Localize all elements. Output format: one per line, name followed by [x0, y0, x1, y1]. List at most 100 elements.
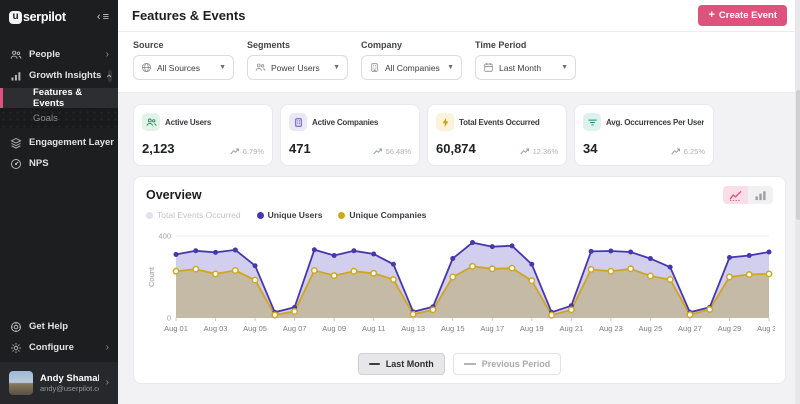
bar-chart-icon — [754, 190, 767, 201]
chart-legend: Total Events Occurred Unique Users Uniqu… — [146, 210, 773, 220]
chevron-left-icon: ‹ — [97, 11, 101, 23]
gauge-icon — [9, 157, 22, 170]
chevron-right-icon: › — [106, 343, 109, 353]
time-period-select[interactable]: Last Month ▼ — [475, 55, 576, 80]
svg-text:Aug 05: Aug 05 — [243, 324, 267, 333]
sidebar-item-people[interactable]: People › — [0, 44, 118, 65]
previous-period-label: Previous Period — [482, 359, 551, 369]
plus-icon: + — [708, 10, 714, 21]
chart-type-toggle — [723, 186, 773, 204]
stat-value: 60,874 — [436, 141, 476, 156]
filter-value: All Sources — [157, 63, 214, 73]
line-chart-toggle-button[interactable] — [723, 186, 748, 204]
filter-segments: Segments Power Users ▼ — [247, 40, 348, 80]
stat-value: 2,123 — [142, 141, 175, 156]
filter-value: Last Month — [499, 63, 556, 73]
chevron-right-icon: › — [106, 50, 109, 60]
svg-text:400: 400 — [158, 232, 171, 241]
users-icon — [142, 113, 160, 131]
segments-select[interactable]: Power Users ▼ — [247, 55, 348, 80]
stat-trend: 6.25% — [671, 147, 705, 156]
stat-trend: 56.48% — [373, 147, 411, 156]
user-profile[interactable]: Andy Shamah andy@userpilot.co › — [0, 362, 118, 404]
scrollbar-thumb[interactable] — [796, 90, 800, 220]
period-buttons: Last Month Previous Period — [146, 353, 773, 375]
logo-text: serpilot — [23, 10, 66, 24]
legend-unique-users[interactable]: Unique Users — [257, 210, 323, 220]
create-event-button[interactable]: + Create Event — [698, 5, 787, 26]
filter-label: Segments — [247, 40, 348, 50]
main-content: Features & Events + Create Event Source … — [118, 0, 800, 404]
filter-source: Source All Sources ▼ — [133, 40, 234, 80]
stat-card-total-events: Total Events Occurred 60,874 12.36% — [427, 104, 567, 166]
legend-dot — [146, 212, 153, 219]
sidebar-item-engagement-layer[interactable]: Engagement Layer › — [0, 132, 118, 153]
sidebar-item-label: People — [29, 49, 99, 60]
legend-total-events[interactable]: Total Events Occurred — [146, 210, 241, 220]
user-email: andy@userpilot.co — [40, 384, 99, 393]
trending-up-icon — [520, 147, 530, 156]
stat-title: Avg. Occurrences Per User — [606, 118, 704, 127]
sidebar-item-configure[interactable]: Configure › — [0, 337, 118, 358]
svg-text:Aug 13: Aug 13 — [401, 324, 425, 333]
create-event-label: Create Event — [719, 10, 777, 21]
line-chart-icon — [729, 190, 742, 201]
sidebar-item-label: Features & Events — [33, 87, 109, 109]
company-select[interactable]: All Companies ▼ — [361, 55, 462, 80]
filter-bar: Source All Sources ▼ Segments Power User… — [118, 32, 800, 93]
page-title: Features & Events — [132, 8, 245, 23]
sidebar-item-label: Get Help — [29, 321, 109, 332]
chevron-up-icon: › — [108, 70, 111, 82]
globe-icon — [141, 62, 152, 73]
people-icon — [9, 48, 22, 61]
sidebar-collapse-button[interactable]: ‹≡ — [97, 11, 109, 23]
svg-text:Aug 21: Aug 21 — [559, 324, 583, 333]
stat-value: 471 — [289, 141, 311, 156]
legend-label: Total Events Occurred — [157, 210, 241, 220]
page-header: Features & Events + Create Event — [118, 0, 800, 32]
svg-text:Aug 11: Aug 11 — [362, 324, 385, 333]
svg-text:Aug 03: Aug 03 — [204, 324, 228, 333]
overview-title: Overview — [146, 188, 202, 202]
trend-percent: 56.48% — [386, 147, 411, 156]
stat-card-active-users: Active Users 2,123 6.79% — [133, 104, 273, 166]
bar-chart-toggle-button[interactable] — [748, 186, 773, 204]
last-month-button[interactable]: Last Month — [358, 353, 445, 375]
sidebar-item-nps[interactable]: NPS — [0, 153, 118, 174]
filter-label: Source — [133, 40, 234, 50]
sidebar-footer: Get Help Configure › — [0, 316, 118, 362]
layers-icon — [9, 136, 22, 149]
chevron-right-icon: › — [106, 378, 109, 388]
trending-up-icon — [373, 147, 383, 156]
chevron-down-icon: ▼ — [219, 64, 226, 71]
scrollbar[interactable] — [795, 0, 800, 404]
svg-text:Aug 29: Aug 29 — [718, 324, 742, 333]
stat-title: Active Users — [165, 118, 211, 127]
svg-text:Aug 31: Aug 31 — [757, 324, 775, 333]
previous-period-button[interactable]: Previous Period — [453, 353, 562, 375]
legend-unique-companies[interactable]: Unique Companies — [338, 210, 426, 220]
help-lifebuoy-icon — [9, 320, 22, 333]
source-select[interactable]: All Sources ▼ — [133, 55, 234, 80]
adjustments-icon — [583, 113, 601, 131]
svg-text:Aug 25: Aug 25 — [639, 324, 663, 333]
userpilot-logo[interactable]: userpilot — [9, 10, 66, 24]
menu-icon: ≡ — [103, 11, 109, 23]
svg-text:Aug 09: Aug 09 — [322, 324, 346, 333]
svg-text:Aug 07: Aug 07 — [283, 324, 307, 333]
sidebar-item-get-help[interactable]: Get Help — [0, 316, 118, 337]
sidebar-item-goals[interactable]: Goals — [0, 108, 118, 128]
stat-trend: 6.79% — [230, 147, 264, 156]
gear-icon — [9, 341, 22, 354]
legend-dot — [338, 212, 345, 219]
svg-text:Aug 17: Aug 17 — [480, 324, 504, 333]
user-name: Andy Shamah — [40, 373, 99, 384]
filter-label: Time Period — [475, 40, 576, 50]
sidebar-item-growth-insights[interactable]: Growth Insights › — [0, 65, 118, 86]
sidebar-item-features-events[interactable]: Features & Events — [0, 88, 118, 108]
filter-value: Power Users — [271, 63, 328, 73]
calendar-icon — [483, 62, 494, 73]
legend-label: Unique Companies — [349, 210, 426, 220]
sidebar-item-label: Goals — [33, 113, 58, 124]
dashboard-content: Active Users 2,123 6.79% Active Companie… — [118, 93, 800, 384]
